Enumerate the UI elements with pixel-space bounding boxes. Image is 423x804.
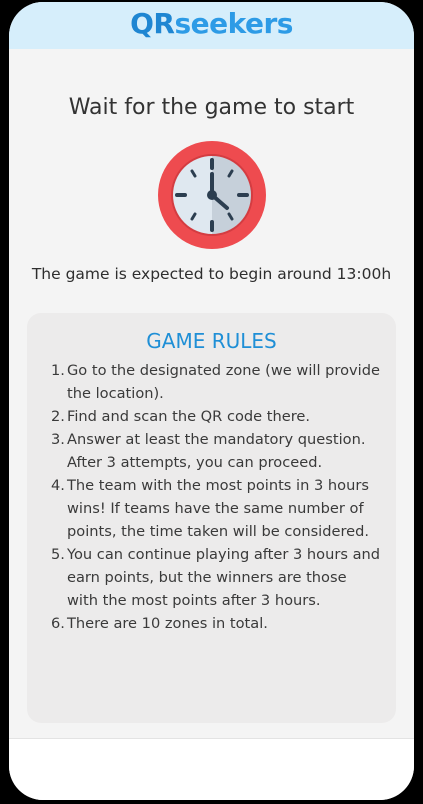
rule-text: Answer at least the mandatory question. … (67, 431, 366, 471)
expected-start-text: The game is expected to begin around 13:… (31, 265, 392, 283)
app-header: QRseekers (9, 2, 414, 49)
rule-text: You can continue playing after 3 hours a… (67, 546, 381, 609)
logo-seekers-text: seekers (174, 7, 293, 40)
logo-qr-text: QR (130, 7, 175, 40)
rule-item: 3. Answer at least the mandatory question… (41, 428, 381, 474)
rule-text: Find and scan the QR code there. (67, 408, 311, 425)
rule-text: Go to the designated zone (we will provi… (67, 362, 380, 402)
rule-item: 1. Go to the designated zone (we will pro… (41, 359, 381, 405)
rule-number: 4. (51, 477, 65, 494)
phone-screen: QRseekers Wait for the game to start The… (9, 2, 414, 800)
rules-card: GAME RULES 1. Go to the designated zone (… (27, 313, 396, 723)
rule-number: 1. (51, 362, 65, 379)
page-title: Wait for the game to start (68, 95, 355, 120)
rule-item: 2. Find and scan the QR code there. (41, 405, 381, 428)
app-logo: QRseekers (9, 7, 414, 41)
rule-text: The team with the most points in 3 hours… (67, 477, 370, 540)
rule-number: 3. (51, 431, 65, 448)
rule-item: 4. The team with the most points in 3 hou… (41, 474, 381, 543)
clock-icon (157, 140, 267, 250)
rule-number: 2. (51, 408, 65, 425)
rule-number: 6. (51, 615, 65, 632)
rule-item: 6. There are 10 zones in total. (41, 612, 381, 635)
rules-list: 1. Go to the designated zone (we will pro… (41, 359, 381, 635)
rule-number: 5. (51, 546, 65, 563)
rules-title: GAME RULES (146, 329, 277, 353)
rule-item: 5. You can continue playing after 3 hours… (41, 543, 381, 612)
bottom-bar (9, 738, 414, 800)
rule-text: There are 10 zones in total. (67, 615, 268, 632)
